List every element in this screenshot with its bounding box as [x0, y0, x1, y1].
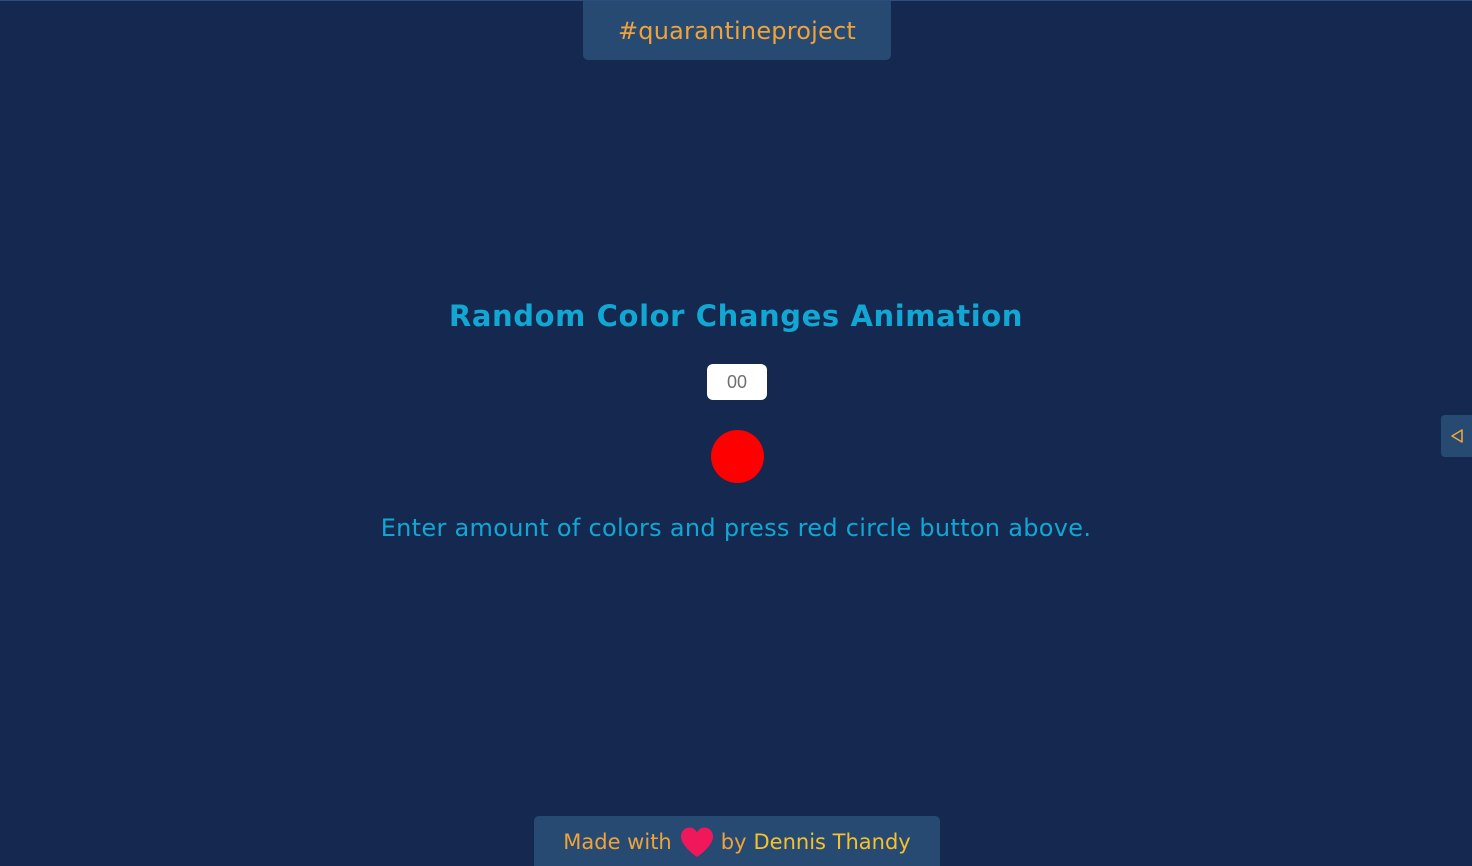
made-with-text: Made with: [563, 829, 672, 854]
triangle-left-icon: [1449, 428, 1465, 444]
color-amount-input[interactable]: [707, 364, 767, 400]
author-link[interactable]: Dennis Thandy: [754, 830, 911, 854]
by-text: by: [720, 829, 747, 854]
top-tag-panel: #quarantineproject: [583, 1, 891, 60]
heart-icon: [679, 826, 715, 858]
footer: Made with by Dennis Thandy: [534, 816, 940, 866]
page-title: Random Color Changes Animation: [448, 299, 1024, 333]
side-panel-toggle[interactable]: [1441, 415, 1472, 457]
page: #quarantineproject Random Color Changes …: [0, 0, 1472, 866]
instruction-text: Enter amount of colors and press red cir…: [380, 514, 1092, 542]
quarantine-project-link[interactable]: #quarantineproject: [618, 17, 856, 45]
red-circle-button[interactable]: [711, 430, 764, 483]
